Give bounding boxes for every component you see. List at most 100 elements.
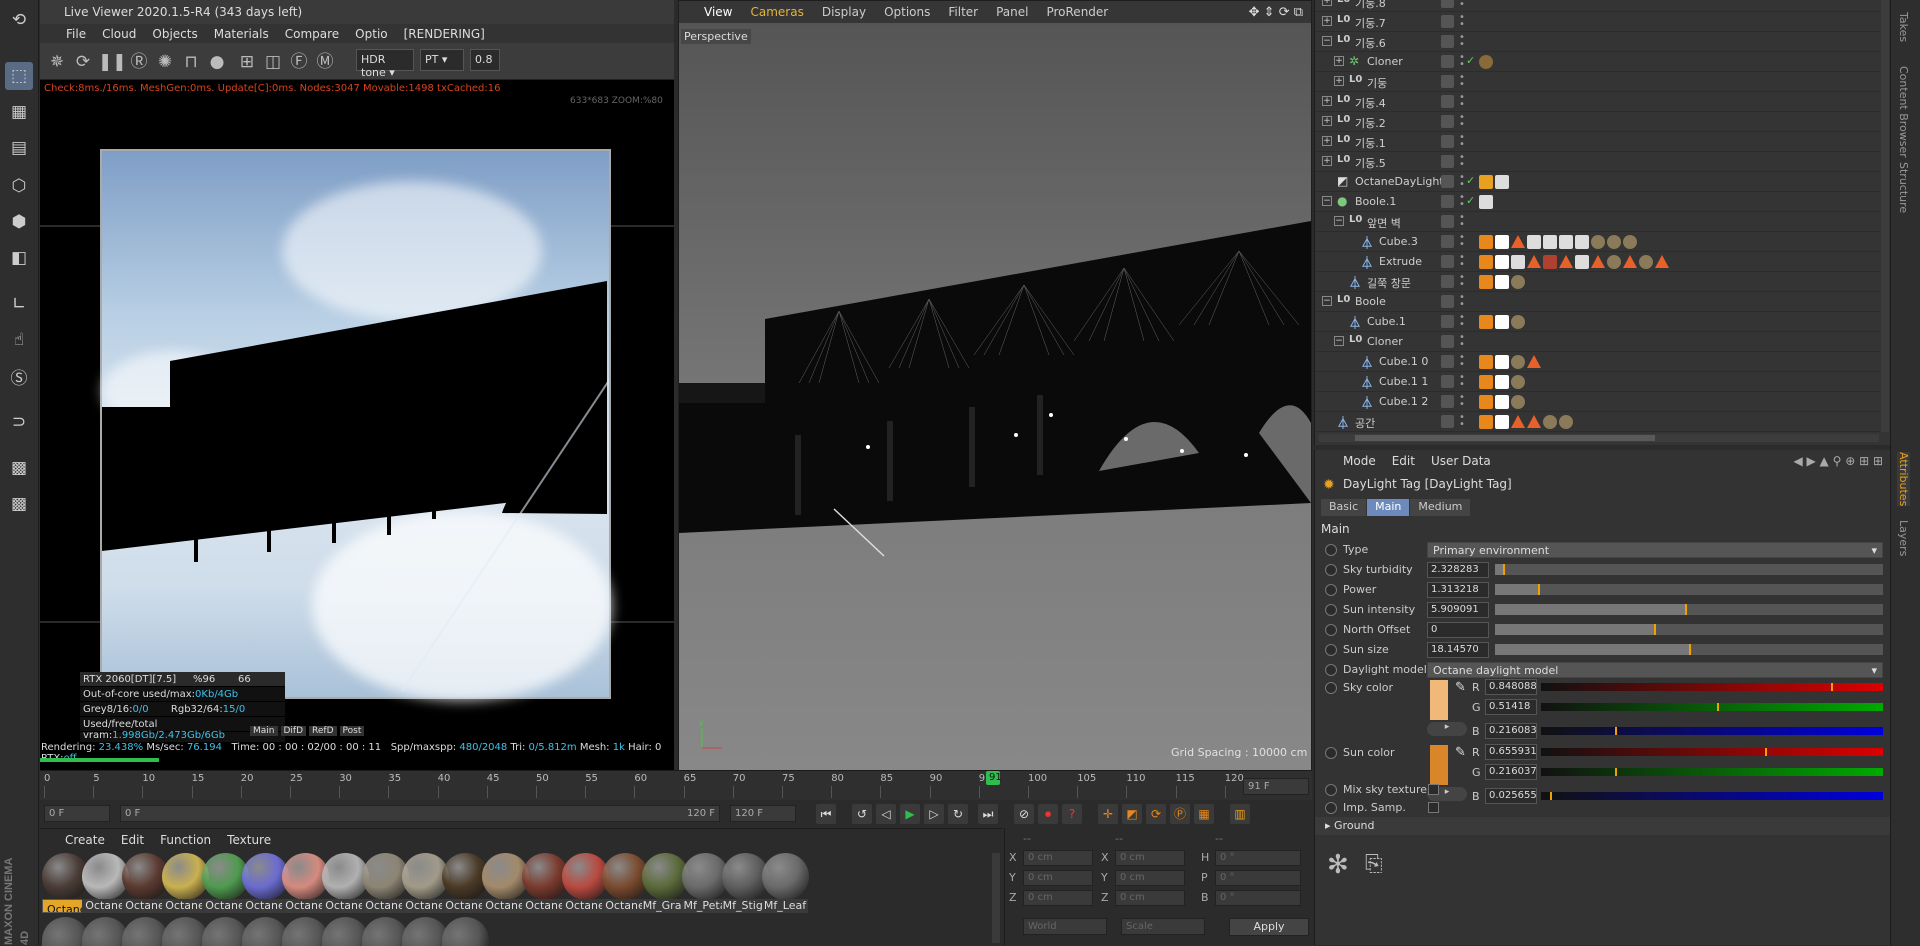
tab-structure[interactable]: Structure [1897,162,1910,213]
slider-handle[interactable] [1689,644,1691,655]
menu-cameras[interactable]: Cameras [750,5,803,19]
param-anim-toggle[interactable] [1325,564,1337,576]
polygons-mode-icon[interactable]: ◧ [5,244,33,272]
object-tag[interactable] [1607,235,1621,249]
viewport-canvas[interactable]: y [679,23,1311,770]
object-tag[interactable] [1639,255,1653,269]
undo-icon[interactable]: ⟲ [5,6,33,34]
expand-toggle[interactable]: + [1334,76,1344,86]
object-row[interactable]: ⏃ Cube.3 • • [1315,232,1891,252]
pass-main[interactable]: Main [250,726,278,736]
object-row[interactable]: + L0 기둥.2 • • [1315,112,1891,132]
material-swatch[interactable] [762,853,809,900]
tab-basic[interactable]: Basic [1321,499,1367,516]
object-tag[interactable] [1479,235,1493,249]
model-anim-toggle[interactable] [1325,664,1337,676]
object-tag[interactable] [1479,415,1493,429]
object-tag[interactable] [1511,375,1525,389]
visibility-dots[interactable]: • • [1459,13,1465,30]
channel-slider[interactable] [1541,748,1883,756]
coord-field[interactable]: 0 cm [1023,850,1093,866]
channel-slider[interactable] [1541,703,1883,711]
workplane-icon[interactable]: ▤ [5,134,33,162]
attributes-nav-icons[interactable]: ◀ ▶ ▲ ⚲ ⊕ ⊞ ⊞ [1793,454,1883,468]
param-value-field[interactable]: 1.313218 [1427,582,1489,598]
visibility-dots[interactable]: • • [1459,53,1465,70]
prev-key-icon[interactable]: ↺ [852,804,872,824]
pass-difd[interactable]: DifD [280,726,307,736]
menu-compare[interactable]: Compare [285,27,339,41]
object-tag[interactable] [1511,255,1525,269]
menu-create[interactable]: Create [65,833,105,847]
visibility-dots[interactable]: • • [1459,193,1465,210]
menu-filter[interactable]: Filter [948,5,978,19]
type-anim-toggle[interactable] [1325,544,1337,556]
layer-toggle[interactable] [1441,195,1454,208]
imp-samp-checkbox[interactable] [1428,802,1439,813]
menu-function[interactable]: Function [160,833,211,847]
object-row[interactable]: + ✲ Cloner • • ✓ [1315,52,1891,72]
expand-toggle[interactable]: + [1322,136,1332,146]
menu-texture[interactable]: Texture [227,833,271,847]
prev-frame-icon[interactable]: ◁ [876,804,896,824]
color-anim-toggle[interactable] [1325,747,1337,759]
mix-anim-toggle[interactable] [1325,784,1337,796]
keyframe-help-icon[interactable]: ? [1062,804,1082,824]
layer-toggle[interactable] [1441,15,1454,28]
tab-takes[interactable]: Takes [1897,12,1910,42]
object-row[interactable]: ⏃ 길쭉 창문 • • [1315,272,1891,292]
layer-toggle[interactable] [1441,275,1454,288]
imp-anim-toggle[interactable] [1325,802,1337,814]
material-label[interactable]: Mf_Leaf [762,899,808,913]
object-tag[interactable] [1575,255,1589,269]
channel-slider[interactable] [1541,768,1883,776]
param-anim-toggle[interactable] [1325,624,1337,636]
object-tag[interactable] [1511,355,1525,369]
next-key-icon[interactable]: ↻ [948,804,968,824]
tab-medium[interactable]: Medium [1410,499,1471,516]
menu-display[interactable]: Display [822,5,866,19]
object-tag[interactable] [1495,355,1509,369]
kernel-select[interactable]: PT ▾ [420,49,464,71]
pause-icon[interactable]: ❚❚ [98,51,127,73]
object-row[interactable]: − L0 앞면 벽 • • [1315,212,1891,232]
magnet-icon[interactable]: ⊃ [5,408,33,436]
menu-objects[interactable]: Objects [152,27,197,41]
object-row[interactable]: + L0 기둥.8 • • [1315,0,1891,12]
tab-content-browser[interactable]: Content Browser [1897,66,1910,158]
pass-refd[interactable]: RefD [309,726,337,736]
object-row[interactable]: − L0 Boole • • [1315,292,1891,312]
object-tag[interactable] [1607,255,1621,269]
visibility-dots[interactable]: • • [1459,73,1465,90]
object-tag[interactable] [1495,415,1509,429]
object-tag[interactable] [1495,175,1509,189]
object-row[interactable]: ⏃ Cube.1 0 • • [1315,352,1891,372]
layer-toggle[interactable] [1441,115,1454,128]
record-icon[interactable]: ⊘ [1014,804,1034,824]
layer-toggle[interactable] [1441,395,1454,408]
param-anim-toggle[interactable] [1325,644,1337,656]
expand-toggle[interactable]: + [1322,116,1332,126]
pla-key-icon[interactable]: ▦ [1194,804,1214,824]
channel-handle[interactable] [1716,703,1719,711]
lock-workplane-icon[interactable]: ▩ [5,454,33,482]
visibility-dots[interactable]: • • [1459,293,1465,310]
rotate-key-icon[interactable]: ⟳ [1146,804,1166,824]
next-frame-icon[interactable]: ▷ [924,804,944,824]
visibility-dots[interactable]: • • [1459,393,1465,410]
expand-toggle[interactable]: − [1334,336,1344,346]
param-value-field[interactable]: 2.328283 [1427,562,1489,578]
layer-toggle[interactable] [1441,215,1454,228]
slider-handle[interactable] [1654,624,1657,635]
object-tag[interactable] [1511,275,1525,289]
ground-group[interactable]: ▸ Ground [1315,817,1891,835]
channel-handle[interactable] [1614,768,1617,776]
slider-handle[interactable] [1502,564,1505,575]
visibility-dots[interactable]: • • [1459,113,1465,130]
texture-mode-icon[interactable]: ▦ [5,98,33,126]
param-value-field[interactable]: 0 [1427,622,1489,638]
object-tag[interactable] [1479,55,1493,69]
tab-layers[interactable]: Layers [1897,520,1910,556]
coord-field[interactable]: 0 cm [1115,870,1185,886]
object-tag[interactable] [1559,255,1573,268]
